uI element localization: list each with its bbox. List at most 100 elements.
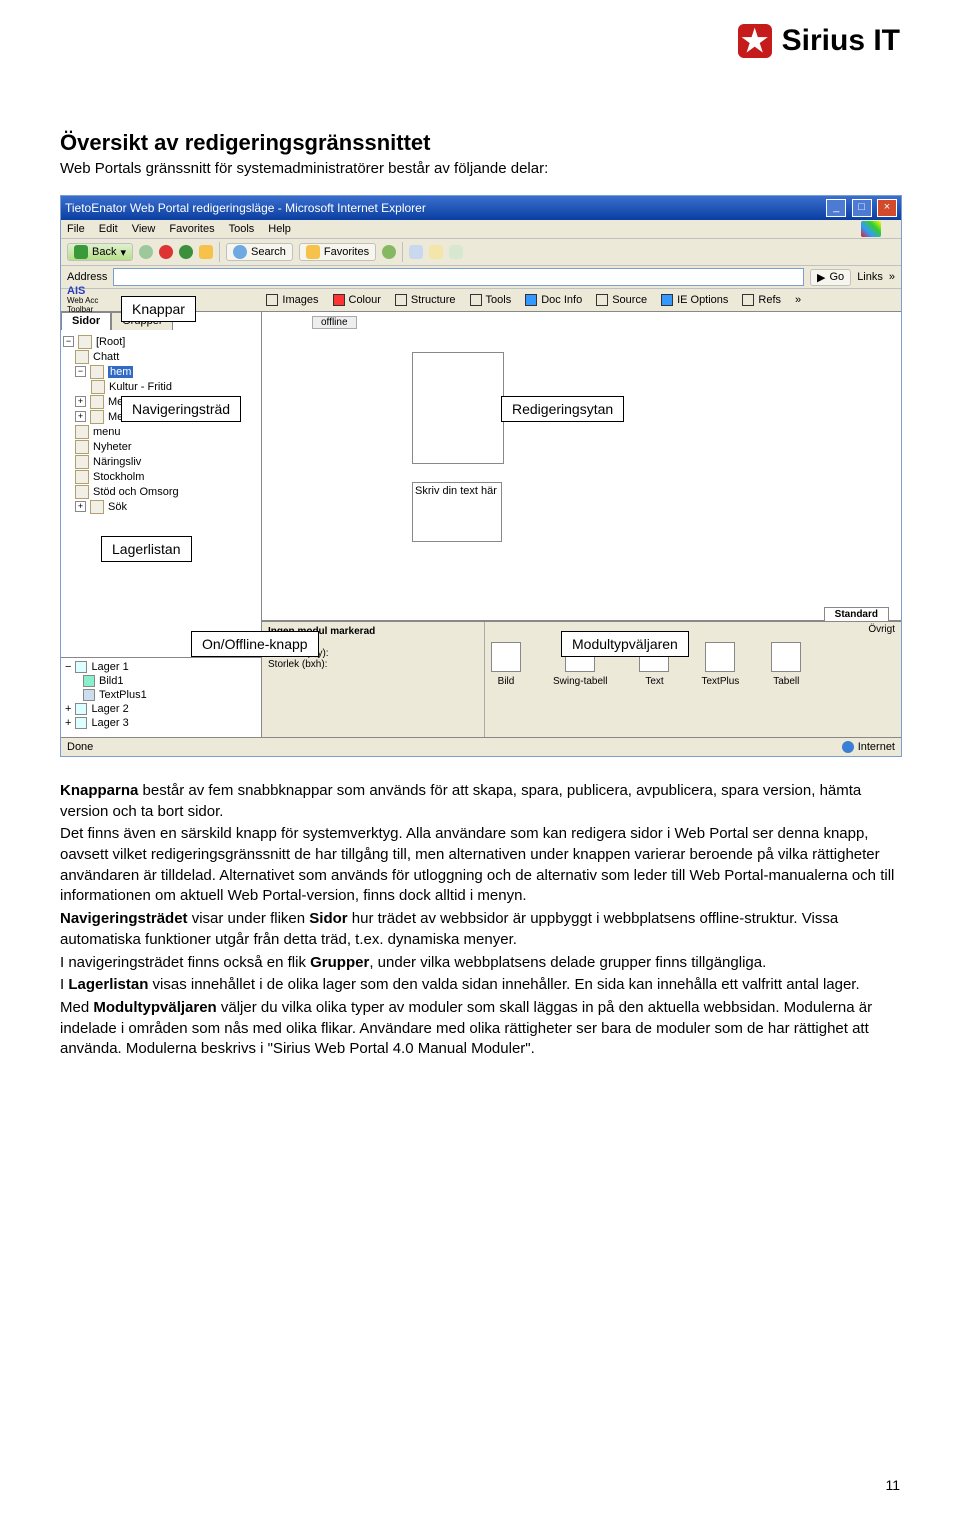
- status-internet: Internet: [842, 741, 895, 753]
- menu-view[interactable]: View: [132, 223, 156, 235]
- menu-edit[interactable]: Edit: [99, 223, 118, 235]
- status-bar: Done Internet: [61, 737, 901, 756]
- callout-navtree: Navigeringsträd: [121, 396, 241, 422]
- refresh-icon[interactable]: [179, 245, 193, 259]
- edit-canvas[interactable]: offline Skriv din text här: [272, 322, 601, 612]
- body-paragraph: I navigeringsträdet finns också en flik …: [60, 953, 900, 974]
- star-icon: ★: [738, 24, 772, 58]
- close-icon[interactable]: ×: [877, 199, 897, 217]
- window-buttons: _ □ ×: [824, 199, 897, 217]
- maximize-icon[interactable]: □: [852, 199, 872, 217]
- ais-structure[interactable]: Structure: [395, 294, 456, 306]
- menu-file[interactable]: File: [67, 223, 85, 235]
- page-icon: [90, 395, 104, 409]
- page-icon: [75, 470, 89, 484]
- home-icon[interactable]: [199, 245, 213, 259]
- side-column: Sidor Grupper −[Root] Chatt −hem Kultur …: [61, 312, 262, 742]
- callout-lagerlistan: Lagerlistan: [101, 536, 192, 562]
- textplus-icon: [705, 642, 735, 672]
- star-icon: [306, 245, 320, 259]
- menubar: File Edit View Favorites Tools Help: [61, 220, 901, 239]
- collapse-icon[interactable]: −: [65, 661, 71, 673]
- module-tabell[interactable]: Tabell: [771, 642, 801, 687]
- tools-icon: [470, 294, 482, 306]
- body-text: Knapparna består av fem snabbknappar som…: [60, 781, 900, 1060]
- back-button[interactable]: Back ▾: [67, 243, 133, 261]
- back-icon: [74, 245, 88, 259]
- page-icon: [91, 380, 105, 394]
- expand-icon[interactable]: +: [75, 501, 86, 512]
- module-tab-standard[interactable]: Standard: [824, 607, 889, 622]
- menu-tools[interactable]: Tools: [229, 223, 255, 235]
- mail-icon[interactable]: [409, 245, 423, 259]
- status-done: Done: [67, 741, 93, 753]
- messenger-icon[interactable]: [449, 245, 463, 259]
- screenshot: TietoEnator Web Portal redigeringsläge -…: [60, 195, 902, 757]
- globe-icon: [842, 741, 854, 753]
- minimize-icon[interactable]: _: [826, 199, 846, 217]
- window-titlebar: TietoEnator Web Portal redigeringsläge -…: [61, 196, 901, 220]
- forward-icon[interactable]: [139, 245, 153, 259]
- body-paragraph: Det finns även en särskild knapp för sys…: [60, 824, 900, 907]
- ais-refs[interactable]: Refs: [742, 294, 781, 306]
- expand-icon[interactable]: +: [65, 703, 71, 715]
- favorites-button[interactable]: Favorites: [299, 243, 376, 261]
- print-icon[interactable]: [429, 245, 443, 259]
- menu-help[interactable]: Help: [268, 223, 291, 235]
- callout-modultyp: Modultypväljaren: [561, 631, 689, 657]
- canvas-module-2[interactable]: Skriv din text här: [412, 482, 502, 542]
- body-paragraph: Knapparna består av fem snabbknappar som…: [60, 781, 900, 822]
- collapse-icon[interactable]: −: [63, 336, 74, 347]
- page-heading: Översikt av redigeringsgränssnittet: [60, 130, 900, 156]
- ais-source[interactable]: Source: [596, 294, 647, 306]
- expand-icon[interactable]: +: [75, 396, 86, 407]
- ais-colour[interactable]: Colour: [333, 294, 381, 306]
- page-icon: [75, 350, 89, 364]
- page-number: 11: [885, 1477, 900, 1493]
- brand-text: Sirius IT: [782, 24, 900, 58]
- intro-text: Web Portals gränssnitt för systemadminis…: [60, 160, 900, 177]
- callout-redytan: Redigeringsytan: [501, 396, 624, 422]
- go-button[interactable]: ▶ Go: [810, 269, 851, 286]
- layer-icon: [75, 661, 87, 673]
- search-icon: [233, 245, 247, 259]
- expand-icon[interactable]: +: [65, 717, 71, 729]
- page-icon: [75, 425, 89, 439]
- body-paragraph: I Lagerlistan visas innehållet i de olik…: [60, 975, 900, 996]
- ais-ieoptions[interactable]: IE Options: [661, 294, 728, 306]
- module-buttons: Bild Swing-tabell Text TextPlus Tabell: [485, 622, 901, 742]
- page-icon: [78, 335, 92, 349]
- page-icon: [75, 485, 89, 499]
- address-input[interactable]: [113, 268, 804, 286]
- images-icon: [266, 294, 278, 306]
- ais-images[interactable]: Images: [266, 294, 318, 306]
- links-label: Links: [857, 271, 883, 283]
- tab-sidor[interactable]: Sidor: [61, 312, 111, 330]
- menu-favorites[interactable]: Favorites: [169, 223, 214, 235]
- refs-icon: [742, 294, 754, 306]
- tree-selected[interactable]: hem: [108, 366, 133, 378]
- canvas-module-1[interactable]: [412, 352, 504, 464]
- content-area: Sidor Grupper −[Root] Chatt −hem Kultur …: [61, 312, 901, 742]
- module-bild[interactable]: Bild: [491, 642, 521, 687]
- stop-icon[interactable]: [159, 245, 173, 259]
- callout-onoff: On/Offline-knapp: [191, 631, 319, 657]
- layer-list[interactable]: −Lager 1 Bild1 TextPlus1 +Lager 2 +Lager…: [61, 657, 261, 742]
- main-column: offline Skriv din text här Standard Övri…: [262, 312, 901, 742]
- window-title: TietoEnator Web Portal redigeringsläge -…: [65, 201, 426, 215]
- search-button[interactable]: Search: [226, 243, 293, 261]
- address-bar: Address ▶ Go Links»: [61, 266, 901, 289]
- ais-docinfo[interactable]: Doc Info: [525, 294, 582, 306]
- media-icon[interactable]: [382, 245, 396, 259]
- callout-knappar: Knappar: [121, 296, 196, 322]
- nav-tree[interactable]: −[Root] Chatt −hem Kultur - Fritid +Medi…: [61, 330, 261, 657]
- collapse-icon[interactable]: −: [75, 366, 86, 377]
- ais-brand: AIS: [67, 287, 98, 296]
- expand-icon[interactable]: +: [75, 411, 86, 422]
- structure-icon: [395, 294, 407, 306]
- module-tabs: Standard: [824, 607, 889, 622]
- ais-tools[interactable]: Tools: [470, 294, 512, 306]
- layer-icon: [75, 703, 87, 715]
- colour-icon: [333, 294, 345, 306]
- module-textplus[interactable]: TextPlus: [701, 642, 739, 687]
